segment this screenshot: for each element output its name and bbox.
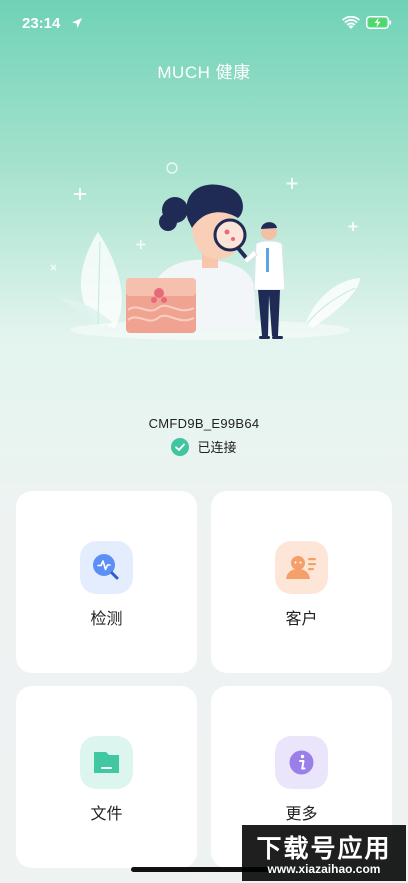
status-time: 23:14: [22, 15, 61, 32]
skin-doctor-illustration: [50, 162, 360, 340]
device-name: CMFD9B_E99B64: [148, 416, 260, 431]
detection-icon: [80, 541, 133, 594]
location-arrow-icon: [72, 18, 82, 28]
card-file[interactable]: 文件: [16, 686, 197, 868]
card-customer[interactable]: 客户: [211, 491, 392, 673]
file-icon: [80, 736, 133, 789]
card-detection[interactable]: 检测: [16, 491, 197, 673]
watermark-title: 下载号应用: [256, 834, 392, 863]
card-customer-label: 客户: [285, 609, 318, 628]
connection-status-text: 已连接: [197, 441, 237, 456]
card-more-label: 更多: [285, 804, 318, 823]
app-title: MUCH 健康: [157, 63, 251, 82]
watermark-badge: 下载号应用 www.xiazaihao.com: [242, 825, 406, 881]
more-info-icon: [275, 736, 328, 789]
customer-icon: [275, 541, 328, 594]
status-bar: 23:14: [0, 0, 408, 48]
battery-charging-icon: [366, 16, 392, 29]
watermark-url: www.xiazaihao.com: [267, 862, 381, 876]
wifi-icon: [342, 16, 360, 29]
connection-status: 已连接: [0, 437, 408, 456]
card-file-label: 文件: [90, 804, 123, 823]
card-detection-label: 检测: [90, 609, 123, 628]
check-circle-icon: [171, 437, 190, 456]
